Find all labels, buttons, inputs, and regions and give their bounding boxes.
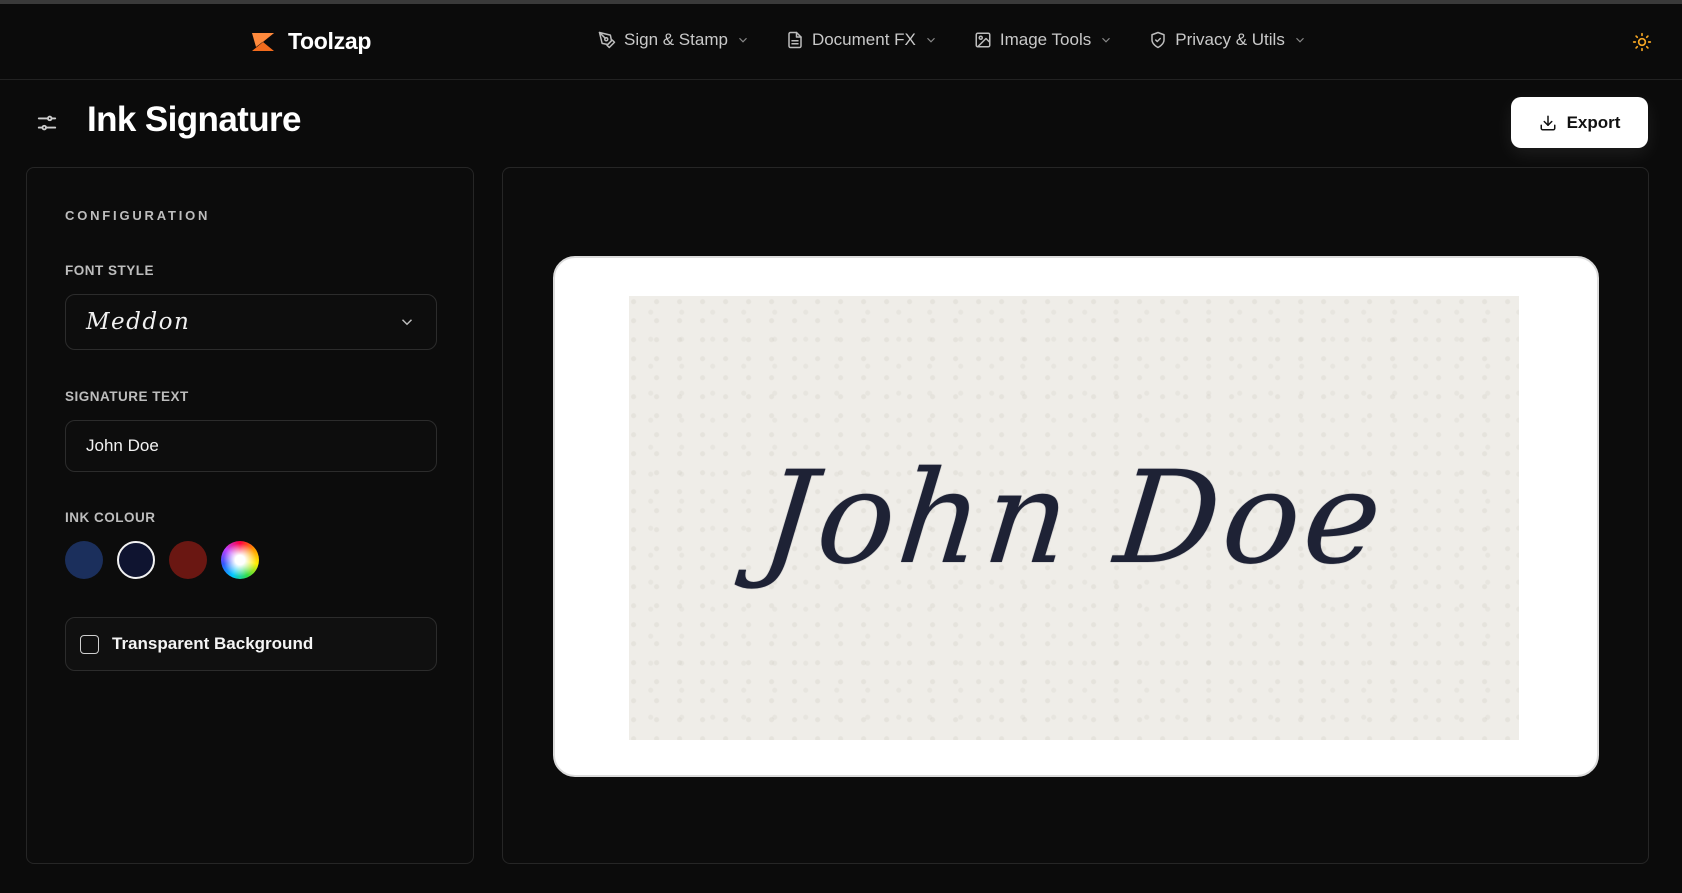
signature-text-label: SIGNATURE TEXT bbox=[65, 389, 189, 404]
brand[interactable]: Toolzap bbox=[250, 28, 371, 55]
font-style-value: Meddon bbox=[86, 309, 191, 335]
nav-image-tools[interactable]: Image Tools bbox=[974, 30, 1113, 50]
swatch-custom-rainbow[interactable] bbox=[221, 541, 259, 579]
image-icon bbox=[975, 32, 991, 48]
chevron-down-icon bbox=[1102, 37, 1111, 43]
shield-icon bbox=[1151, 31, 1165, 49]
signature-paper: John Doe bbox=[629, 296, 1519, 740]
export-button[interactable]: Export bbox=[1511, 97, 1648, 148]
ink-colour-swatches bbox=[65, 541, 259, 579]
ink-colour-label: INK COLOUR bbox=[65, 510, 156, 525]
top-navbar: Toolzap Sign & Stamp Document FX Image T… bbox=[0, 4, 1682, 80]
font-style-select[interactable]: Meddon bbox=[65, 294, 437, 350]
nav-privacy-utils[interactable]: Privacy & Utils bbox=[1149, 30, 1307, 50]
configuration-panel: CONFIGURATION FONT STYLE Meddon SIGNATUR… bbox=[26, 167, 474, 864]
chevron-down-icon bbox=[1295, 37, 1304, 43]
sun-icon[interactable] bbox=[1632, 32, 1652, 52]
preview-panel: John Doe bbox=[502, 167, 1649, 864]
transparent-background-checkbox[interactable] bbox=[80, 634, 99, 654]
export-label: Export bbox=[1566, 112, 1621, 132]
signature-text-input[interactable] bbox=[65, 420, 437, 472]
transparent-background-label: Transparent Background bbox=[112, 634, 314, 653]
brand-name: Toolzap bbox=[288, 28, 372, 54]
toolzap-logo-icon bbox=[252, 32, 274, 51]
nav-document-fx[interactable]: Document FX bbox=[786, 30, 938, 50]
document-icon bbox=[788, 31, 802, 49]
signature-preview: John Doe bbox=[755, 443, 1393, 593]
settings-sliders-icon[interactable] bbox=[36, 112, 58, 134]
chevron-down-icon bbox=[926, 37, 935, 43]
configuration-heading: CONFIGURATION bbox=[65, 208, 211, 223]
nav-label: Privacy & Utils bbox=[1175, 30, 1285, 49]
nav-sign-stamp[interactable]: Sign & Stamp bbox=[598, 30, 750, 50]
main-nav: Sign & Stamp Document FX Image Tools Pri… bbox=[598, 30, 1307, 50]
nav-label: Sign & Stamp bbox=[624, 30, 728, 49]
swatch-navy[interactable] bbox=[65, 541, 103, 579]
pen-nib-icon bbox=[598, 31, 616, 49]
font-style-label: FONT STYLE bbox=[65, 263, 154, 278]
page-title: Ink Signature bbox=[87, 100, 302, 139]
chevron-down-icon bbox=[739, 37, 747, 43]
preview-card: John Doe bbox=[553, 256, 1599, 777]
swatch-midnight[interactable] bbox=[117, 541, 155, 579]
nav-label: Image Tools bbox=[999, 30, 1092, 49]
transparent-background-toggle[interactable]: Transparent Background bbox=[65, 617, 437, 671]
nav-label: Document FX bbox=[811, 30, 916, 49]
download-icon bbox=[1540, 115, 1556, 130]
chevron-down-icon bbox=[401, 319, 413, 326]
swatch-maroon[interactable] bbox=[169, 541, 207, 579]
